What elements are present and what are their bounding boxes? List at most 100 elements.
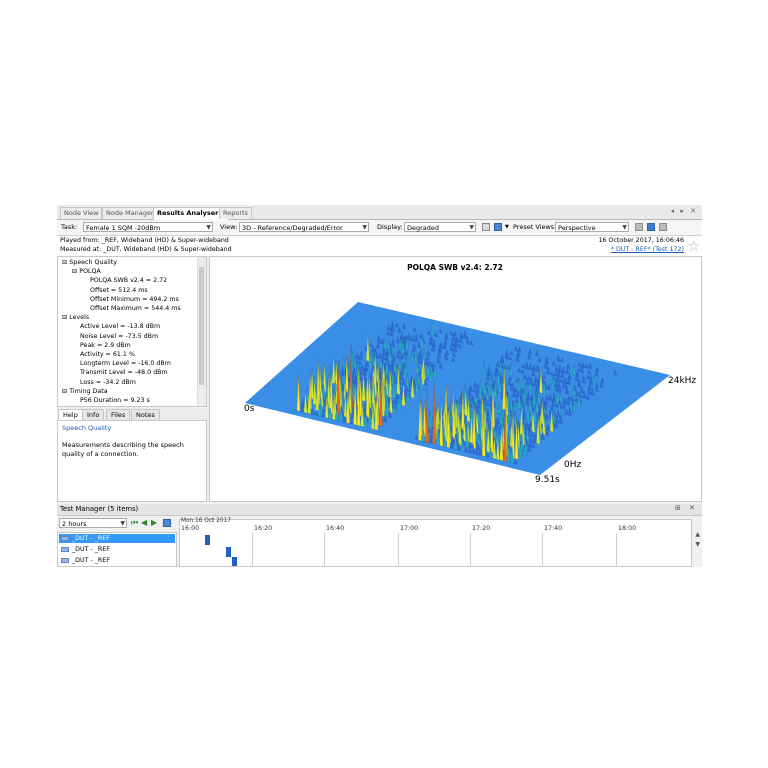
timeline-hour: 17:00 [400,525,419,532]
results-tree: ⊟ Speech Quality ⊟ POLQA POLQA SWB v2.4 = … [57,256,207,407]
test-run-marker[interactable] [226,547,231,557]
calendar-icon[interactable] [163,519,171,527]
tab-scroll-close-controls[interactable]: ◂ ▸ ✕ [671,207,698,215]
tree-item[interactable]: Transmit Level = -48.0 dBm [80,369,168,377]
test-run-marker[interactable] [232,557,237,566]
help-panel: Speech Quality Measurements describing t… [57,420,207,502]
tree-item[interactable]: Offset Maximum = 544.4 ms [90,305,181,313]
surface-group [245,302,670,475]
chevron-down-icon: ▼ [469,224,474,231]
document-tab-strip: Node View Node Manager Results Analyser … [57,205,702,220]
tree-item-label: POLQA SWB v2.4 = 2.72 [90,277,168,285]
time-range-value: 2 hours [62,520,87,528]
test-run-marker[interactable] [205,535,210,545]
tab-notes[interactable]: Notes [131,409,160,420]
tab-help[interactable]: Help [58,409,83,420]
test-row-label: _DUT - _REF [72,535,110,542]
tree-item-label: Offset Minimum = 494.2 ms [90,295,179,303]
tree-item[interactable]: Activity = 61.1 % [80,351,135,359]
spectrogram-3d-plot[interactable]: POLQA SWB v2.4: 2.72 0s 9.51s 0Hz 24kHz [210,257,701,501]
apply-preset-icon[interactable] [647,223,655,231]
tab-files[interactable]: Files [106,409,131,420]
test-icon [61,558,69,563]
tree-scrollbar[interactable] [197,257,206,406]
tab-results-analyser[interactable]: Results Analyser 1 [153,207,230,220]
tree-item[interactable]: ⊟ Levels [62,314,89,322]
edit-view-icon[interactable] [494,223,502,231]
tree-item[interactable]: Noise Level = -73.5 dBm [80,333,158,341]
tab-info[interactable]: Info [82,409,105,420]
tree-item-label: Longterm Level = -16.0 dBm [80,360,171,368]
tree-item[interactable]: POLQA SWB v2.4 = 2.72 [90,277,167,285]
tab-reports[interactable]: Reports [219,207,252,219]
tree-item-label: P56 Duration = 9.23 s [80,397,150,404]
timeline-date: Mon 16 Oct 2017 [181,518,231,524]
go-first-icon[interactable]: ⏮ [131,518,138,528]
go-back-icon[interactable]: ◀ [141,518,147,527]
dropdown-arrow-icon[interactable]: ▼ [505,223,509,232]
delete-preset-icon[interactable] [659,223,667,231]
tree-item-label: POLQA [79,268,101,276]
tree-item[interactable]: Offset Minimum = 494.2 ms [90,296,179,304]
tree-item[interactable]: Longterm Level = -16.0 dBm [80,360,171,368]
save-view-icon[interactable] [482,223,490,231]
tree-item[interactable]: ⊟ POLQA [72,268,101,276]
timeline-gridline [252,533,253,567]
tab-node-manager[interactable]: Node Manager [102,207,158,219]
plot-title: POLQA SWB v2.4: 2.72 [407,263,503,272]
task-select-value: Female 1 SQM -20dBm [86,224,161,232]
tree-item-label: Offset Maximum = 544.4 ms [90,305,181,312]
chevron-down-icon: ▼ [622,224,627,231]
help-tab-strip: Help Info Files Notes [57,408,207,420]
tree-item[interactable]: Loss = -34.2 dBm [80,379,136,387]
time-range-select[interactable]: 2 hours ▼ [59,518,127,528]
rotate-view-icon[interactable] [635,223,643,231]
favorite-star-icon[interactable]: ☆ [687,239,700,255]
test-manager-header: Test Manager (5 items) ⊞ ✕ [57,504,702,516]
tree-item[interactable]: ⊟ Speech Quality [62,259,117,267]
chevron-down-icon: ▼ [206,224,211,231]
timeline-hour: 16:00 [181,525,200,532]
task-select[interactable]: Female 1 SQM -20dBm ▼ [83,222,213,232]
timeline-scroll-arrows[interactable]: ▲ ▼ [695,530,700,550]
time-end-label: 9.51s [535,475,560,485]
tree-item-label: Timing Data [69,387,108,395]
freq-high-label: 24kHz [668,376,696,386]
tree-item[interactable]: P56 Duration = 9.23 s [80,397,150,405]
tab-node-view[interactable]: Node View [60,207,103,219]
test-manager-title: Test Manager (5 items) [60,505,139,513]
test-row-label: _DUT - _REF [72,546,110,553]
tree-item-label: Active Level = -13.8 dBm [80,323,161,331]
test-row[interactable]: _DUT - _REF [59,556,175,565]
tree-item-label: Peak = 2.9 dBm [80,341,131,349]
plot-panel: POLQA SWB v2.4: 2.72 0s 9.51s 0Hz 24kHz [209,256,702,502]
tree-scrollbar-thumb[interactable] [199,267,204,385]
display-select[interactable]: Degraded ▼ [404,222,476,232]
test-list: _DUT - _REF _DUT - _REF _DUT - _REF [57,532,177,567]
results-analyser-window: Node View Node Manager Results Analyser … [57,205,702,567]
tree-item[interactable]: Offset = 512.4 ms [90,287,148,295]
test-row-label: _DUT - _REF [72,557,110,564]
go-forward-icon[interactable]: ▶ [151,518,157,527]
tree-item-label: Noise Level = -73.5 dBm [80,332,159,340]
preset-views-value: Perspective [558,224,596,232]
test-timeline[interactable]: Mon 16 Oct 2017 16:00 16:20 16:40 17:00 … [179,518,692,567]
measurement-date: 16 October 2017, 16:06:46 [598,237,684,244]
test-row[interactable]: _DUT - _REF [59,534,175,543]
chevron-down-icon: ▼ [120,520,125,527]
test-link[interactable]: * DUT - REF* (Test 172) [611,246,684,254]
tree-item[interactable]: Active Level = -13.8 dBm [80,323,160,331]
view-select[interactable]: 3D - Reference/Degraded/Error ▼ [239,222,369,232]
pin-close-controls[interactable]: ⊞ ✕ [675,504,698,512]
timeline-gridline [542,533,543,567]
tree-item-label: Speech Quality [69,259,117,266]
tree-item[interactable]: Peak = 2.9 dBm [80,342,131,350]
timeline-gridline [470,533,471,567]
timeline-hour: 18:00 [618,525,637,532]
test-row[interactable]: _DUT - _REF [59,545,175,554]
task-label: Task: [61,223,78,231]
timeline-gridline [616,533,617,567]
preset-views-select[interactable]: Perspective ▼ [555,222,629,232]
tree-item[interactable]: ⊟ Timing Data [62,388,108,396]
help-description: Measurements describing the speech quali… [62,441,184,458]
